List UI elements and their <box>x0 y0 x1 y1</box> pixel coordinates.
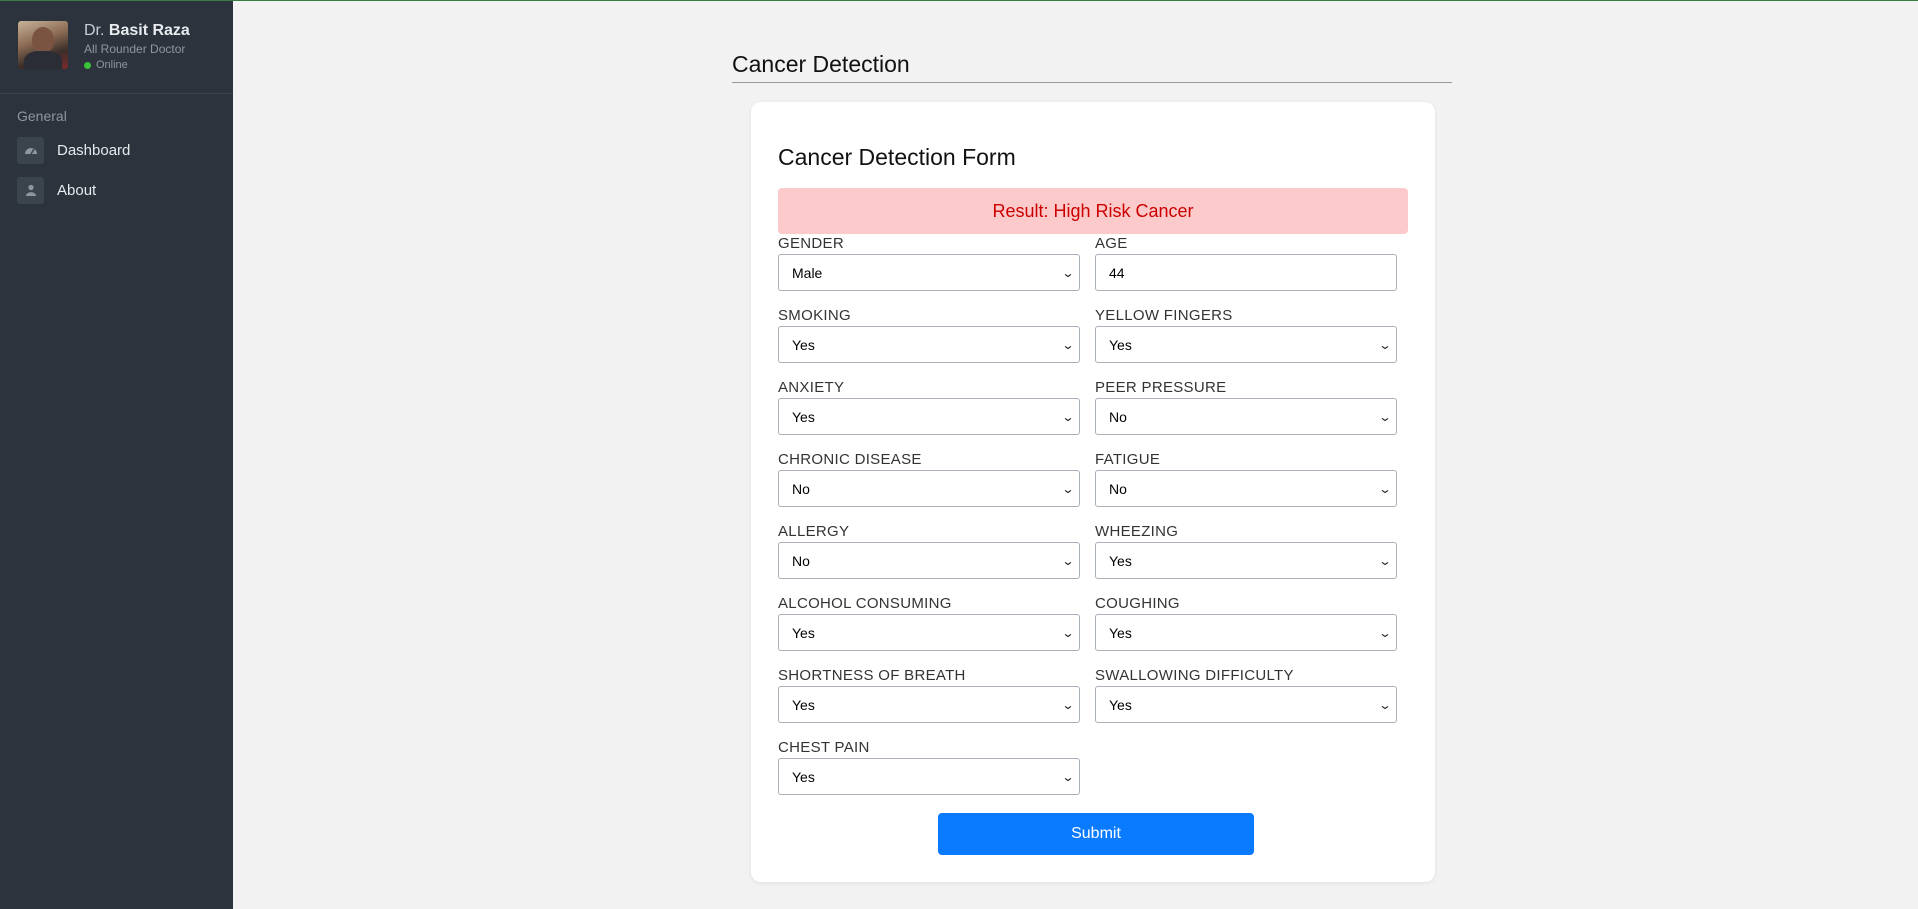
allergy-select[interactable]: No ⌄ <box>778 542 1080 579</box>
yellow-fingers-select[interactable]: Yes ⌄ <box>1095 326 1397 363</box>
field-anxiety: ANXIETY Yes ⌄ <box>778 378 1080 435</box>
profile-card: Dr. Basit Raza All Rounder Doctor Online <box>0 1 233 94</box>
result-alert: Result: High Risk Cancer <box>778 188 1408 234</box>
dashboard-icon <box>17 136 44 164</box>
sidebar-item-label: About <box>57 181 97 199</box>
gender-select[interactable]: Male ⌄ <box>778 254 1080 291</box>
field-label: AGE <box>1095 235 1128 252</box>
field-label: SHORTNESS OF BREATH <box>778 667 966 684</box>
chevron-down-icon: ⌄ <box>1061 697 1075 712</box>
user-icon <box>17 176 44 204</box>
page-title: Cancer Detection <box>732 51 1452 83</box>
anxiety-select[interactable]: Yes ⌄ <box>778 398 1080 435</box>
field-shortness-of-breath: SHORTNESS OF BREATH Yes ⌄ <box>778 666 1080 723</box>
chevron-down-icon: ⌄ <box>1061 265 1075 280</box>
field-label: PEER PRESSURE <box>1095 379 1227 396</box>
field-label: ANXIETY <box>778 379 845 396</box>
field-wheezing: WHEEZING Yes ⌄ <box>1095 522 1397 579</box>
field-chronic-disease: CHRONIC DISEASE No ⌄ <box>778 450 1080 507</box>
field-label: ALCOHOL CONSUMING <box>778 595 952 612</box>
smoking-select[interactable]: Yes ⌄ <box>778 326 1080 363</box>
field-gender: GENDER Male ⌄ <box>778 234 1080 291</box>
age-input[interactable]: 44 <box>1095 254 1397 291</box>
field-age: AGE 44 <box>1095 234 1397 291</box>
field-label: ALLERGY <box>778 523 850 540</box>
field-chest-pain: CHEST PAIN Yes ⌄ <box>778 738 1080 795</box>
field-yellow-fingers: YELLOW FINGERS Yes ⌄ <box>1095 306 1397 363</box>
alcohol-consuming-select[interactable]: Yes ⌄ <box>778 614 1080 651</box>
field-smoking: SMOKING Yes ⌄ <box>778 306 1080 363</box>
online-dot-icon <box>84 62 91 69</box>
avatar <box>18 21 68 69</box>
chevron-down-icon: ⌄ <box>1378 553 1392 568</box>
doctor-name: Dr. Basit Raza <box>84 22 190 39</box>
field-label: SMOKING <box>778 307 851 324</box>
field-label: CHEST PAIN <box>778 739 870 756</box>
chevron-down-icon: ⌄ <box>1061 337 1075 352</box>
page-scrollbar[interactable] <box>1906 1 1918 909</box>
sidebar-item-label: Dashboard <box>57 141 131 159</box>
chevron-down-icon: ⌄ <box>1061 769 1075 784</box>
chevron-down-icon: ⌄ <box>1061 625 1075 640</box>
chevron-down-icon: ⌄ <box>1378 337 1392 352</box>
status-indicator: Online <box>84 60 190 71</box>
field-alcohol-consuming: ALCOHOL CONSUMING Yes ⌄ <box>778 594 1080 651</box>
chest-pain-select[interactable]: Yes ⌄ <box>778 758 1080 795</box>
field-label: YELLOW FINGERS <box>1095 307 1233 324</box>
field-label: COUGHING <box>1095 595 1180 612</box>
field-label: SWALLOWING DIFFICULTY <box>1095 667 1294 684</box>
field-fatigue: FATIGUE No ⌄ <box>1095 450 1397 507</box>
chevron-down-icon: ⌄ <box>1061 481 1075 496</box>
chronic-disease-select[interactable]: No ⌄ <box>778 470 1080 507</box>
field-allergy: ALLERGY No ⌄ <box>778 522 1080 579</box>
chevron-down-icon: ⌄ <box>1378 697 1392 712</box>
sidebar-item-dashboard[interactable]: Dashboard <box>0 130 233 170</box>
coughing-select[interactable]: Yes ⌄ <box>1095 614 1397 651</box>
field-swallowing-difficulty: SWALLOWING DIFFICULTY Yes ⌄ <box>1095 666 1397 723</box>
shortness-of-breath-select[interactable]: Yes ⌄ <box>778 686 1080 723</box>
field-coughing: COUGHING Yes ⌄ <box>1095 594 1397 651</box>
sidebar-item-about[interactable]: About <box>0 170 233 210</box>
swallowing-difficulty-select[interactable]: Yes ⌄ <box>1095 686 1397 723</box>
section-label-general: General <box>17 108 67 124</box>
chevron-down-icon: ⌄ <box>1378 625 1392 640</box>
form-title: Cancer Detection Form <box>778 144 1016 170</box>
wheezing-select[interactable]: Yes ⌄ <box>1095 542 1397 579</box>
field-label: FATIGUE <box>1095 451 1161 468</box>
chevron-down-icon: ⌄ <box>1061 553 1075 568</box>
field-label: CHRONIC DISEASE <box>778 451 922 468</box>
field-peer-pressure: PEER PRESSURE No ⌄ <box>1095 378 1397 435</box>
chevron-down-icon: ⌄ <box>1378 481 1392 496</box>
peer-pressure-select[interactable]: No ⌄ <box>1095 398 1397 435</box>
form-card: Cancer Detection Form Result: High Risk … <box>751 102 1435 882</box>
field-label: GENDER <box>778 235 844 252</box>
sidebar: Dr. Basit Raza All Rounder Doctor Online… <box>0 1 233 909</box>
chevron-down-icon: ⌄ <box>1378 409 1392 424</box>
fatigue-select[interactable]: No ⌄ <box>1095 470 1397 507</box>
submit-button[interactable]: Submit <box>938 813 1254 855</box>
chevron-down-icon: ⌄ <box>1061 409 1075 424</box>
main-content: Cancer Detection Cancer Detection Form R… <box>233 1 1918 909</box>
doctor-role: All Rounder Doctor <box>84 42 186 56</box>
field-label: WHEEZING <box>1095 523 1179 540</box>
